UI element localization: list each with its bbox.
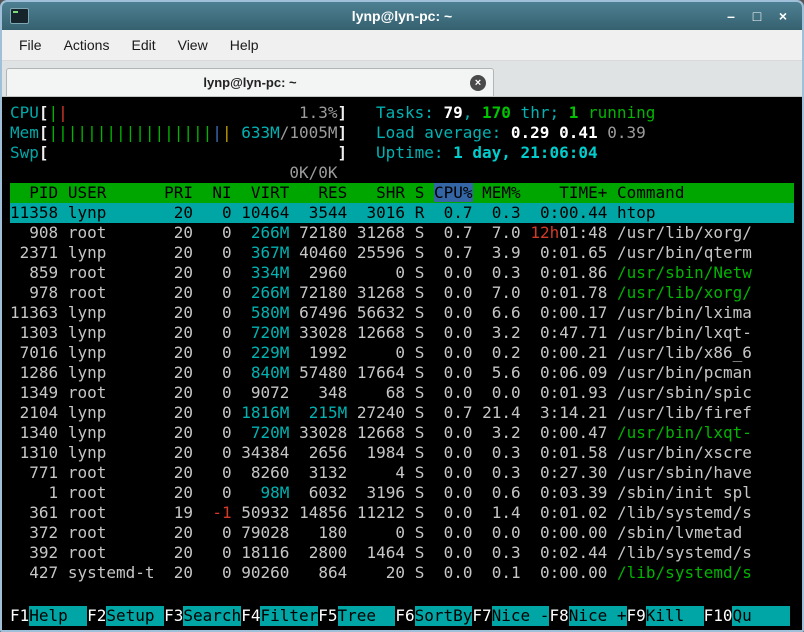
window-title: lynp@lyn-pc: ~ (352, 8, 452, 24)
fkey-f2-setup[interactable]: F2Setup (87, 606, 164, 626)
process-row-1340[interactable]: 1340 lynp 20 0 720M 33028 12668 S 0.0 3.… (10, 423, 794, 443)
process-row-1349[interactable]: 1349 root 20 0 9072 348 68 S 0.0 0.0 0:0… (10, 383, 794, 403)
fkey-f9-kill[interactable]: F9Kill (627, 606, 704, 626)
tab-close-icon[interactable]: × (470, 75, 486, 91)
process-row-361[interactable]: 361 root 19 -1 50932 14856 11212 S 0.0 1… (10, 503, 794, 523)
menu-item-view[interactable]: View (167, 32, 219, 58)
process-row-1310[interactable]: 1310 lynp 20 0 34384 2656 1984 S 0.0 0.3… (10, 443, 794, 463)
column-header-shr[interactable]: SHR (357, 183, 405, 202)
menu-item-help[interactable]: Help (219, 32, 270, 58)
fkey-f3-search[interactable]: F3Search (164, 606, 241, 626)
column-header-pri[interactable]: PRI (164, 183, 193, 202)
process-row-11363[interactable]: 11363 lynp 20 0 580M 67496 56632 S 0.0 6… (10, 303, 794, 323)
function-key-bar: F1HelpF2SetupF3SearchF4FilterF5TreeF6Sor… (10, 606, 794, 626)
process-row-1286[interactable]: 1286 lynp 20 0 840M 57480 17664 S 0.0 5.… (10, 363, 794, 383)
cpu-meter: CPU[||1.3%] (10, 103, 347, 123)
process-row-1303[interactable]: 1303 lynp 20 0 720M 33028 12668 S 0.0 3.… (10, 323, 794, 343)
load-average-line: Load average: 0.29 0.41 0.39 (376, 123, 655, 143)
column-header-res[interactable]: RES (299, 183, 347, 202)
fkey-f8-nice-[interactable]: F8Nice + (549, 606, 626, 626)
meters-column: CPU[||1.3%] Mem[|||||||||||||||||||633M/… (10, 103, 347, 163)
uptime-line: Uptime: 1 day, 21:06:04 (376, 143, 655, 163)
menu-item-actions[interactable]: Actions (53, 32, 121, 58)
terminal-screen[interactable]: CPU[||1.3%] Mem[|||||||||||||||||||633M/… (2, 97, 802, 630)
process-table-header: PID USER PRI NI VIRT RES SHR S CPU% MEM%… (10, 183, 794, 203)
fkey-f5-tree[interactable]: F5Tree (318, 606, 395, 626)
column-header-s[interactable]: S (415, 183, 425, 202)
column-header-cpu[interactable]: CPU% (434, 183, 473, 202)
menu-bar: FileActionsEditViewHelp (2, 30, 802, 61)
process-row-1[interactable]: 1 root 20 0 98M 6032 3196 S 0.0 0.6 0:03… (10, 483, 794, 503)
process-row-859[interactable]: 859 root 20 0 334M 2960 0 S 0.0 0.3 0:01… (10, 263, 794, 283)
process-row-372[interactable]: 372 root 20 0 79028 180 0 S 0.0 0.0 0:00… (10, 523, 794, 543)
tab-bar: lynp@lyn-pc: ~ × (2, 61, 802, 97)
process-row-11358[interactable]: 11358 lynp 20 0 10464 3544 3016 R 0.7 0.… (10, 203, 794, 223)
process-row-427[interactable]: 427 systemd-t 20 0 90260 864 20 S 0.0 0.… (10, 563, 794, 583)
tasks-line: Tasks: 79, 170 thr; 1 running (376, 103, 655, 123)
process-row-2104[interactable]: 2104 lynp 20 0 1816M 215M 27240 S 0.7 21… (10, 403, 794, 423)
blank-line (10, 163, 794, 183)
process-row-771[interactable]: 771 root 20 0 8260 3132 4 S 0.0 0.3 0:27… (10, 463, 794, 483)
process-row-978[interactable]: 978 root 20 0 266M 72180 31268 S 0.0 7.0… (10, 283, 794, 303)
fkey-f4-filter[interactable]: F4Filter (241, 606, 318, 626)
menu-item-file[interactable]: File (8, 32, 53, 58)
swp-meter: Swp[0K/0K] (10, 143, 347, 163)
fkey-f1-help[interactable]: F1Help (10, 606, 87, 626)
fkey-f7-nice-[interactable]: F7Nice - (472, 606, 549, 626)
maximize-button[interactable]: □ (746, 6, 768, 26)
stats-column: Tasks: 79, 170 thr; 1 running Load avera… (376, 103, 655, 163)
menu-item-edit[interactable]: Edit (120, 32, 166, 58)
terminal-app-icon (10, 8, 29, 24)
window-controls: –□× (720, 6, 794, 26)
close-button[interactable]: × (772, 6, 794, 26)
tab-lynp[interactable]: lynp@lyn-pc: ~ × (6, 68, 494, 96)
process-row-908[interactable]: 908 root 20 0 266M 72180 31268 S 0.7 7.0… (10, 223, 794, 243)
terminal-window: lynp@lyn-pc: ~ –□× FileActionsEditViewHe… (0, 0, 804, 632)
process-table: 11358 lynp 20 0 10464 3544 3016 R 0.7 0.… (10, 203, 794, 583)
process-row-2371[interactable]: 2371 lynp 20 0 367M 40460 25596 S 0.7 3.… (10, 243, 794, 263)
column-header-user[interactable]: USER (68, 183, 155, 202)
fkey-f6-sortby[interactable]: F6SortBy (395, 606, 472, 626)
minimize-button[interactable]: – (720, 6, 742, 26)
column-header-time[interactable]: TIME+ (530, 183, 607, 202)
column-header-command[interactable]: Command (617, 183, 684, 202)
process-row-392[interactable]: 392 root 20 0 18116 2800 1464 S 0.0 0.3 … (10, 543, 794, 563)
process-row-7016[interactable]: 7016 lynp 20 0 229M 1992 0 S 0.0 0.2 0:0… (10, 343, 794, 363)
column-header-mem[interactable]: MEM% (482, 183, 521, 202)
tab-title: lynp@lyn-pc: ~ (203, 75, 296, 90)
htop-meters-area: CPU[||1.3%] Mem[|||||||||||||||||||633M/… (10, 103, 794, 163)
column-header-ni[interactable]: NI (203, 183, 232, 202)
mem-meter: Mem[|||||||||||||||||||633M/1005M] (10, 123, 347, 143)
column-header-pid[interactable]: PID (10, 183, 58, 202)
titlebar[interactable]: lynp@lyn-pc: ~ –□× (2, 2, 802, 30)
column-header-virt[interactable]: VIRT (241, 183, 289, 202)
fkey-f10-qu[interactable]: F10Qu (704, 606, 791, 626)
